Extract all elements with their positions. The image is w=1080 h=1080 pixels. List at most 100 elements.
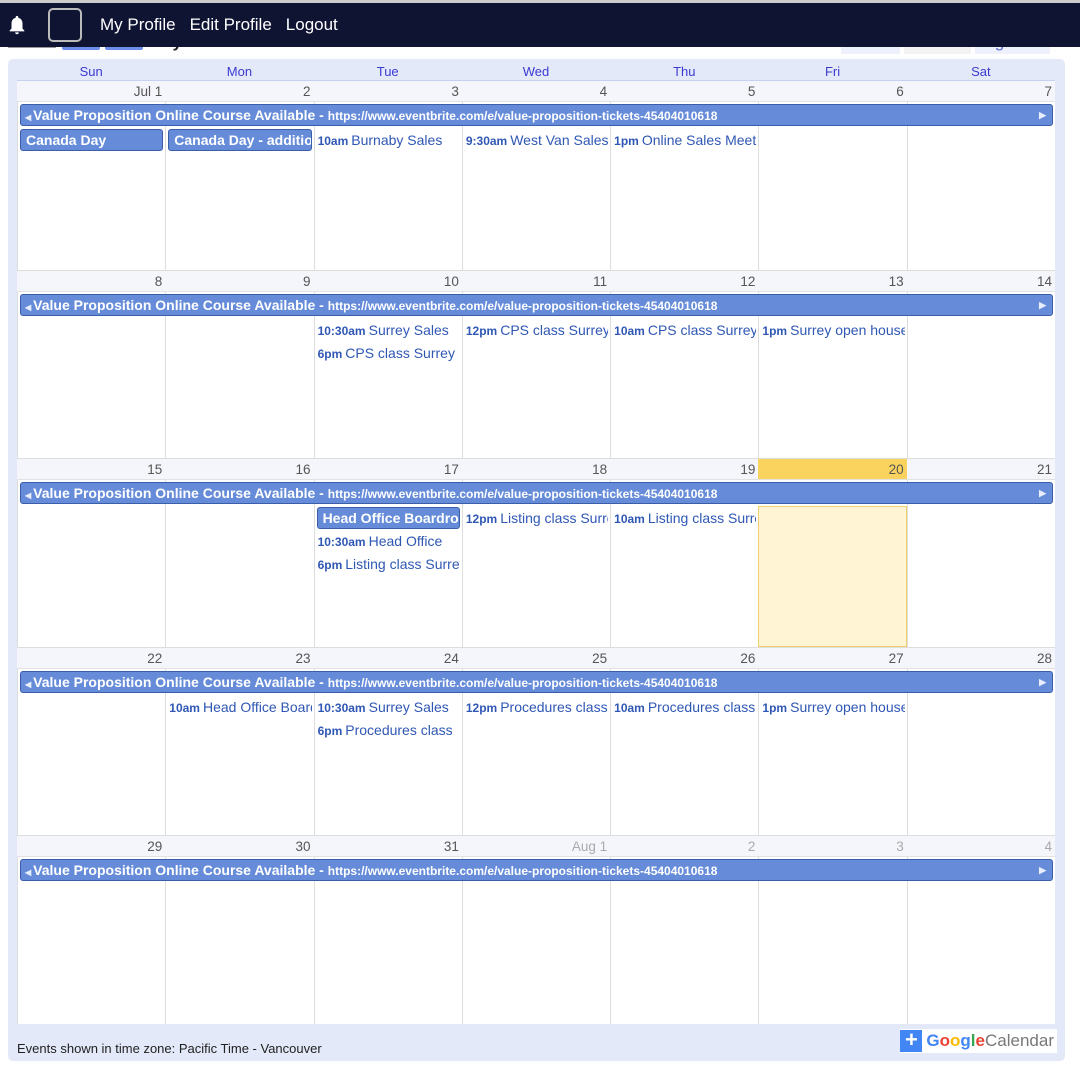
day-number[interactable]: 21 [906,459,1055,481]
continues-left-icon: ◀ [25,113,32,122]
day-number[interactable]: 2 [165,81,314,102]
day-number[interactable]: 3 [313,81,462,102]
all-day-event[interactable]: Head Office Boardroom [316,507,460,530]
day-number[interactable]: Aug 1 [461,836,611,858]
banner-url: https://www.eventbrite.com/e/value-propo… [327,109,718,123]
day-number[interactable]: 9 [165,270,314,292]
day-of-week-header: Sun Mon Tue Wed Thu Fri Sat [17,64,1055,81]
event-title: CPS class Surrey [345,344,455,361]
day-number[interactable]: 28 [906,647,1055,669]
day-number[interactable]: 29 [17,836,166,858]
logout-link[interactable]: Logout [286,15,338,35]
day-number[interactable]: 31 [313,836,462,858]
day-number[interactable]: 12 [610,270,759,292]
timed-event[interactable]: 10:30am Surrey Sales [318,321,460,340]
banner-url: https://www.eventbrite.com/e/value-propo… [327,864,718,879]
timed-event[interactable]: 6pm CPS class Surrey [318,344,460,363]
week-row: 15 16 17 18 19 20 21 ◀ Value Proposition Online … [17,458,1055,647]
banner-title: Value Proposition Online Course Availabl… [33,862,328,879]
google-calendar-button[interactable]: + GoogleCalendar [900,1029,1057,1053]
day-number[interactable]: 13 [758,270,907,292]
event-title: CPS class Surrey [500,321,609,338]
day-number[interactable]: 20 [758,459,907,481]
day-number[interactable]: 22 [17,647,166,669]
day-number[interactable]: 8 [17,270,166,292]
timed-event[interactable]: 1pm Surrey open house [762,698,904,717]
dow-wed: Wed [522,64,550,79]
google-letter: e [975,1031,985,1050]
day-number[interactable]: 5 [610,81,759,102]
timed-event[interactable]: 10:30am Surrey Sales [318,698,460,717]
plus-icon: + [900,1029,923,1052]
timed-event[interactable]: 10am Procedures class [614,698,756,717]
multi-day-event-banner[interactable]: ◀ Value Proposition Online Course Availab… [20,482,1053,505]
day-number[interactable]: 19 [610,459,759,481]
timed-event[interactable]: 6pm Listing class Surrey [318,555,460,574]
dow-mon: Mon [226,64,253,79]
timed-event[interactable]: 1pm Surrey open house [762,321,904,340]
multi-day-event-banner[interactable]: ◀ Value Proposition Online Course Availab… [20,293,1053,316]
day-number[interactable]: 30 [165,836,314,858]
bell-icon[interactable] [6,14,28,36]
timed-event[interactable]: 12pmListing class Surrey [466,509,608,528]
event-time: 12pm [465,512,498,527]
day-number[interactable]: 24 [313,647,462,669]
week-row: 22 23 24 25 26 27 28 ◀ Value Proposition Online … [17,646,1055,836]
timed-event[interactable]: 10amListing class Surrey [614,509,756,528]
day-number[interactable]: Jul 1 [17,81,166,102]
event-time: 9:30am [465,134,508,148]
day-number[interactable]: 26 [610,647,759,669]
logo-icon[interactable] [48,8,82,42]
timed-event[interactable]: 9:30am West Van Sales [466,131,608,150]
event-time: 10:30am [317,700,366,715]
event-title: Surrey Sales [368,698,449,715]
timed-event[interactable]: 10:30am Head Office [318,532,460,551]
event-title: Listing class Surrey [345,556,460,573]
day-number[interactable]: 7 [906,81,1055,102]
day-number[interactable]: 11 [461,270,611,292]
continues-left-icon: ◀ [25,679,32,689]
multi-day-event-banner[interactable]: ◀ Value Proposition Online Course Availab… [20,104,1053,126]
continues-right-icon: ▶ [1039,488,1046,499]
timed-event[interactable]: 6pm Procedures class [318,721,460,740]
event-time: 12pm [465,700,498,715]
my-profile-link[interactable]: My Profile [100,15,176,35]
day-number[interactable]: 4 [906,836,1055,858]
day-number[interactable]: 6 [758,81,907,102]
day-number[interactable]: 18 [461,459,611,481]
day-number[interactable]: 3 [758,836,907,858]
timed-event[interactable]: 12pm Procedures class [466,698,608,717]
day-number[interactable]: 16 [165,459,314,481]
google-letter: g [960,1031,971,1050]
edit-profile-link[interactable]: Edit Profile [190,15,272,35]
event-title: Online Sales Meeting [641,132,757,148]
day-number[interactable]: 27 [758,647,907,669]
event-title: Procedures class [647,698,756,715]
timed-event[interactable]: 10am Burnaby Sales [318,131,460,150]
day-number[interactable]: 4 [461,81,611,102]
day-cell-today[interactable] [758,506,907,647]
all-day-event[interactable]: Canada Day - additional [168,129,312,151]
multi-day-event-banner[interactable]: ◀ Value Proposition Online Course Availab… [20,859,1053,882]
banner-title: Value Proposition Online Course Availabl… [33,673,328,690]
day-number[interactable]: 10 [313,270,462,292]
timed-event[interactable]: 10amHead Office Boardroom [169,698,311,717]
calendar-container: Sun Mon Tue Wed Thu Fri Sat Jul 1 2 3 4 5 6 7 ◀… [8,59,1065,1061]
day-number[interactable]: 17 [313,459,462,481]
all-day-event[interactable]: Canada Day [20,129,164,151]
timed-event[interactable]: 10am CPS class Surrey [614,321,756,340]
day-number[interactable]: 15 [17,459,166,481]
event-time: 10am [614,512,645,527]
day-number[interactable]: 23 [165,647,314,669]
event-time: 1pm [614,134,639,148]
continues-right-icon: ▶ [1039,299,1046,310]
event-title: West Van Sales [510,132,609,148]
day-number[interactable]: 14 [906,270,1055,292]
event-time: 6pm [317,346,343,361]
banner-title: Value Proposition Online Course Availabl… [33,296,328,313]
timed-event[interactable]: 1pmOnline Sales Meeting [614,131,756,150]
multi-day-event-banner[interactable]: ◀ Value Proposition Online Course Availab… [20,670,1053,693]
timed-event[interactable]: 12pm CPS class Surrey [466,321,608,340]
day-number[interactable]: 2 [610,836,759,858]
day-number[interactable]: 25 [461,647,611,669]
